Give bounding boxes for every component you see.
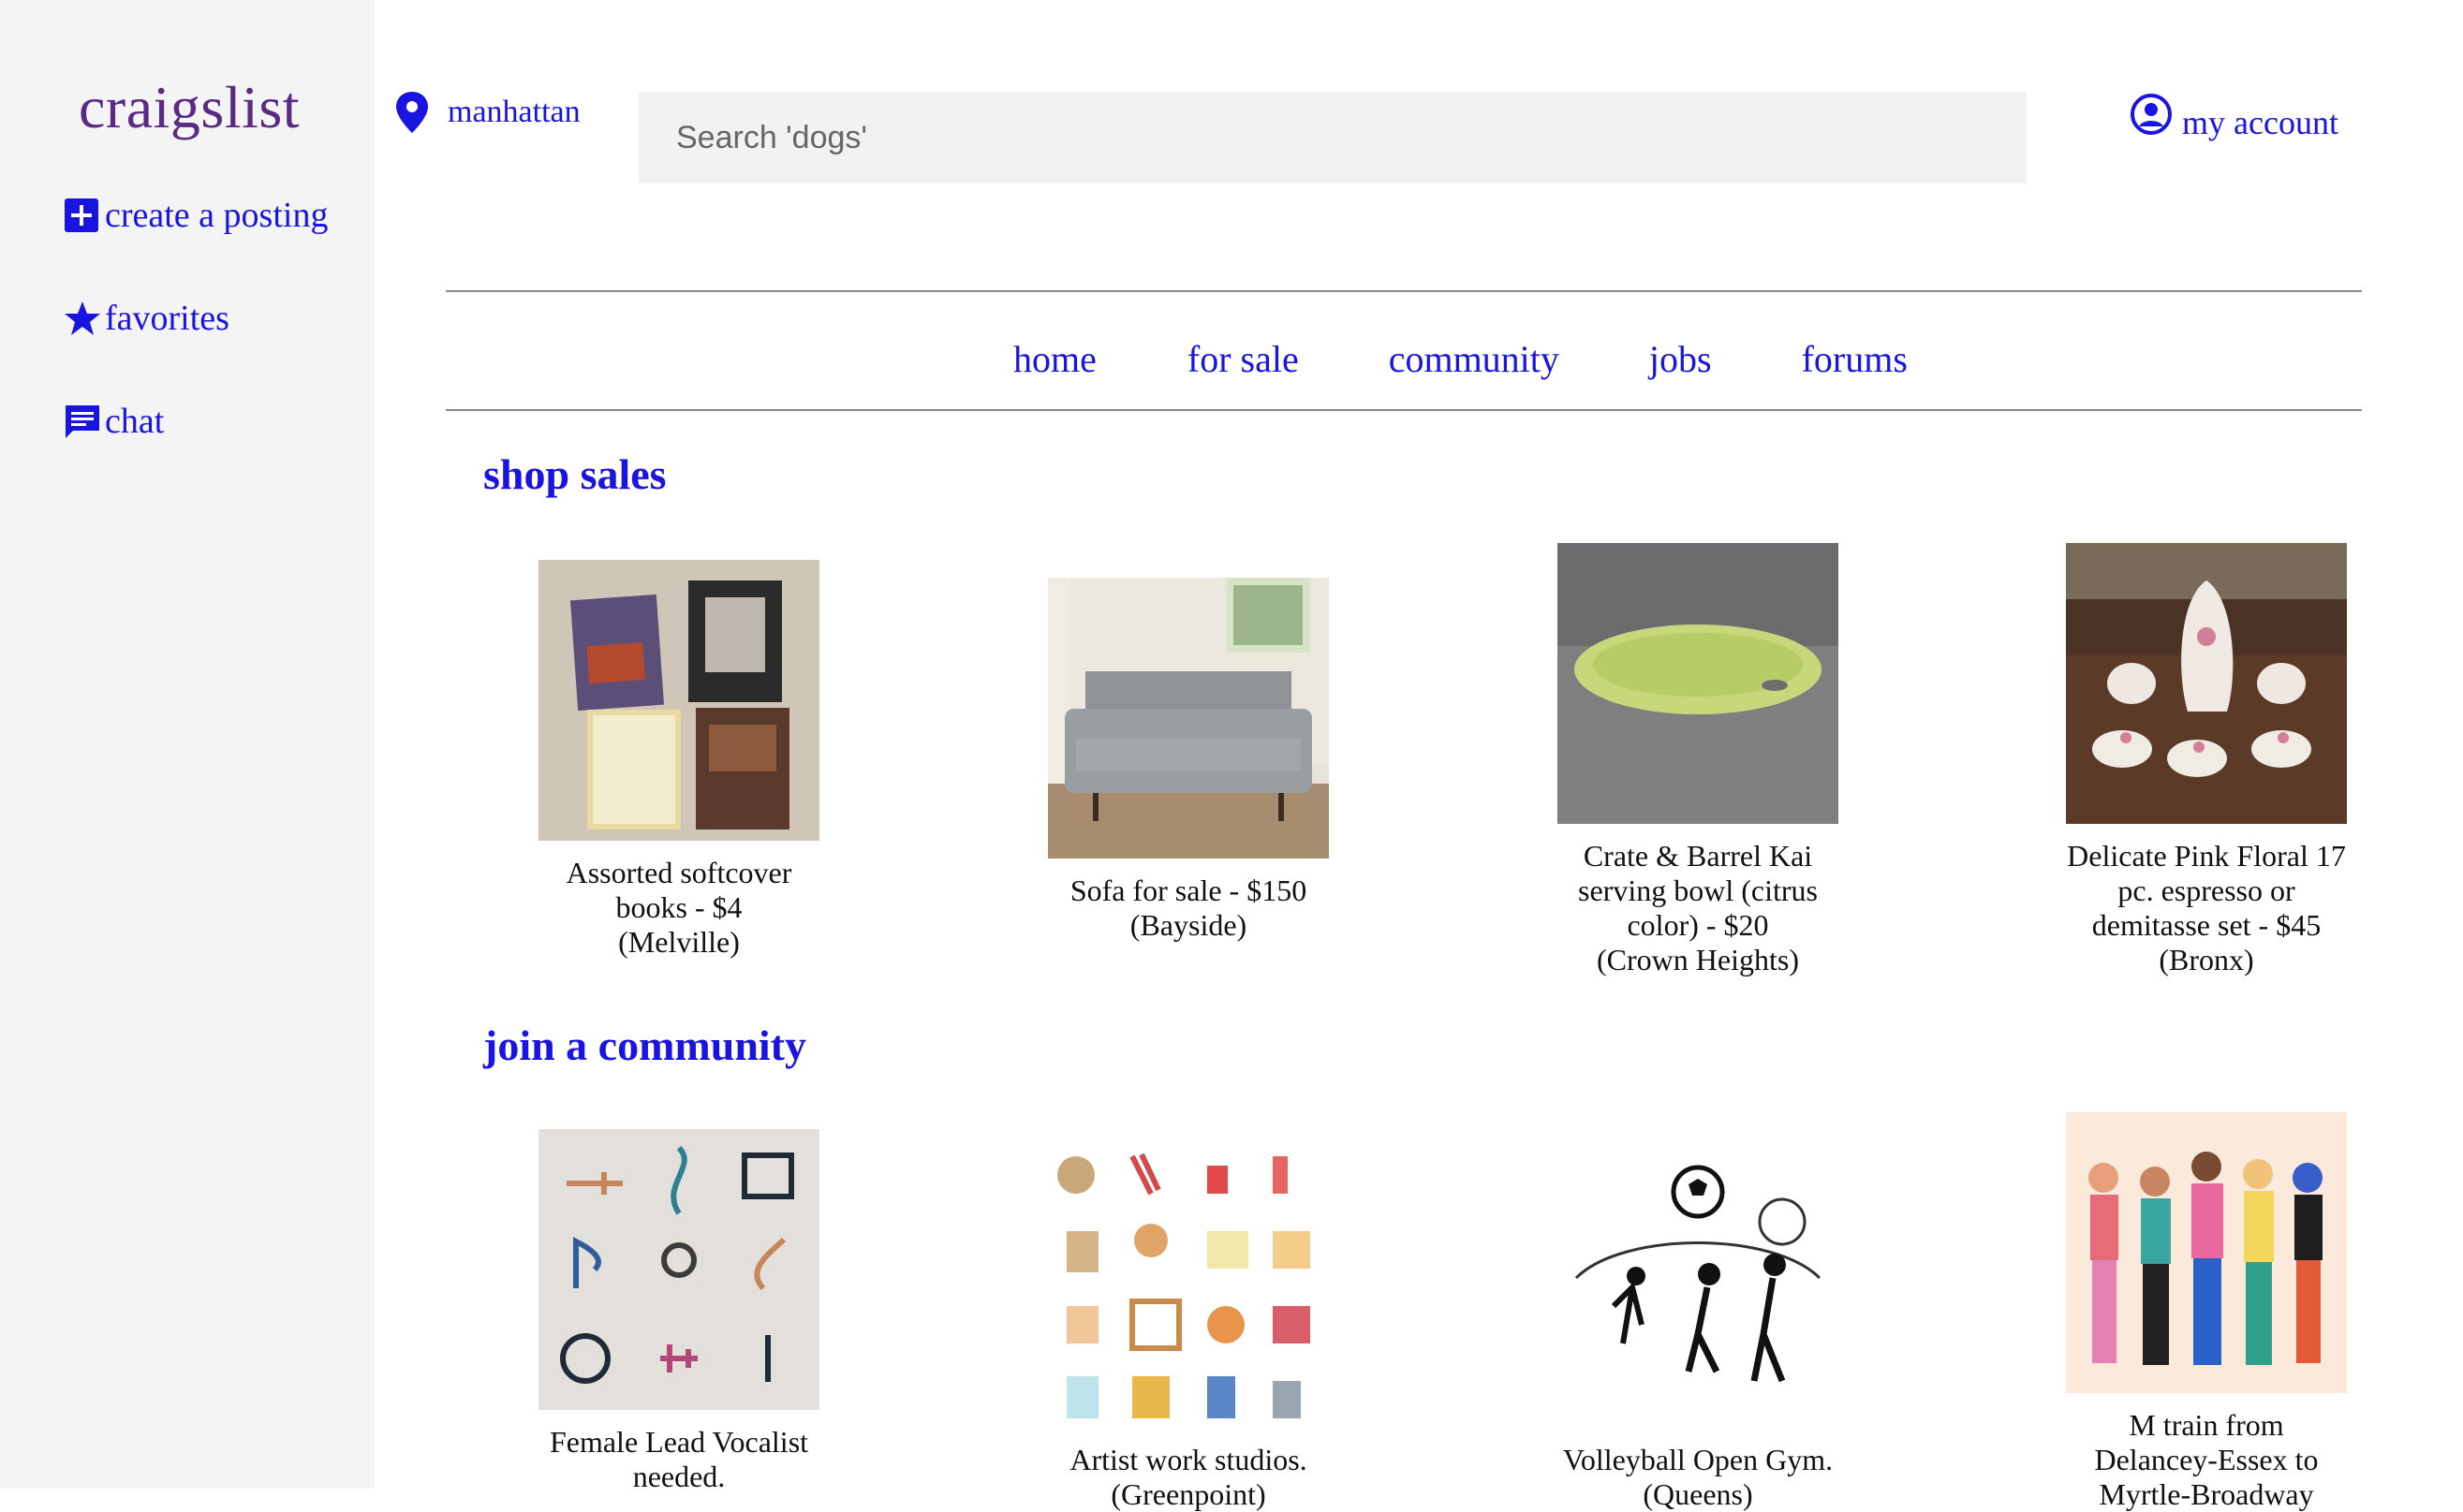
listing-location: (Bronx)	[2159, 943, 2254, 976]
my-account-link[interactable]: my account	[2130, 94, 2338, 142]
listing-title: Crate & Barrel Kai	[1583, 839, 1813, 873]
listing-title-cont: serving bowl (citrus	[1578, 873, 1818, 907]
account-circle-icon	[2131, 94, 2172, 135]
nav-home[interactable]: home	[1013, 337, 1097, 381]
favorites-label: favorites	[105, 299, 229, 338]
community-title: Volleyball Open Gym.	[1562, 1443, 1834, 1476]
listing-card[interactable]: Crate & Barrel Kai serving bowl (citrus …	[1529, 543, 1866, 977]
sofa-thumbnail	[1048, 578, 1329, 859]
listing-price: color) - $20	[1627, 908, 1769, 942]
books-thumbnail	[538, 560, 819, 841]
nav-for-sale[interactable]: for sale	[1187, 337, 1299, 381]
community-card[interactable]: Volleyball Open Gym. (Queens)	[1529, 1147, 1866, 1512]
star-icon	[65, 301, 100, 335]
community-title: Female Lead Vocalist	[549, 1425, 809, 1459]
nav-forums[interactable]: forums	[1802, 337, 1908, 381]
location-label: manhattan	[448, 95, 581, 129]
nav-jobs[interactable]: jobs	[1649, 337, 1712, 381]
nav-community[interactable]: community	[1389, 337, 1559, 381]
chat-icon	[66, 405, 99, 438]
listing-price: demitasse set - $45	[2091, 908, 2322, 942]
shop-sales-heading[interactable]: shop sales	[483, 449, 667, 499]
listing-card[interactable]: Sofa for sale - $150 (Bayside)	[1020, 578, 1357, 943]
community-title-cont: Delancey-Essex to	[2094, 1443, 2319, 1476]
community-card[interactable]: Female Lead Vocalist needed.	[510, 1129, 848, 1494]
favorites-link[interactable]: favorites	[64, 298, 229, 339]
bowl-thumbnail	[1557, 543, 1838, 824]
craigslist-logo[interactable]: craigslist	[79, 73, 300, 142]
main-nav: home for sale community jobs forums	[1013, 337, 1908, 381]
art-supplies-thumbnail	[1048, 1147, 1329, 1428]
listing-price: books - $4	[615, 890, 743, 924]
community-title-cont: needed.	[632, 1460, 726, 1493]
search-input[interactable]	[639, 92, 2027, 183]
nav-divider-bottom	[446, 409, 2362, 411]
my-account-label: my account	[2182, 104, 2338, 141]
listing-card[interactable]: Delicate Pink Floral 17 pc. espresso or …	[2038, 543, 2375, 977]
music-icons-thumbnail	[538, 1129, 819, 1410]
listing-title: Delicate Pink Floral 17	[2067, 839, 2346, 873]
plus-box-icon	[65, 198, 98, 232]
chat-label: chat	[105, 402, 165, 441]
chat-link[interactable]: chat	[64, 401, 164, 442]
join-community-heading[interactable]: join a community	[483, 1020, 806, 1070]
community-title: Artist work studios.	[1069, 1443, 1307, 1476]
create-posting-label: create a posting	[105, 196, 329, 235]
community-location: (Greenpoint)	[1111, 1477, 1266, 1511]
location-selector[interactable]: manhattan	[393, 90, 581, 135]
tea-set-thumbnail	[2066, 543, 2347, 824]
sidebar: craigslist create a posting favorites ch…	[0, 0, 375, 1489]
listing-title: Sofa for sale - $150	[1069, 873, 1307, 907]
create-posting-link[interactable]: create a posting	[64, 195, 328, 236]
community-card[interactable]: Artist work studios. (Greenpoint)	[1020, 1147, 1357, 1512]
volleyball-thumbnail	[1557, 1147, 1838, 1428]
listing-title-cont: pc. espresso or	[2117, 873, 2295, 907]
nav-divider-top	[446, 290, 2362, 292]
listing-location: (Melville)	[618, 925, 740, 959]
community-title: M train from	[2129, 1408, 2284, 1442]
listing-location: (Crown Heights)	[1597, 943, 1799, 976]
listing-location: (Bayside)	[1129, 908, 1247, 942]
listing-card[interactable]: Assorted softcover books - $4 (Melville)	[510, 560, 848, 960]
listing-title: Assorted softcover	[566, 856, 792, 889]
community-title-cont: Myrtle-Broadway	[2099, 1477, 2314, 1511]
community-card[interactable]: M train from Delancey-Essex to Myrtle-Br…	[2038, 1112, 2375, 1512]
people-group-thumbnail	[2066, 1112, 2347, 1393]
community-location: (Queens)	[1643, 1477, 1753, 1511]
location-pin-icon	[396, 92, 428, 133]
